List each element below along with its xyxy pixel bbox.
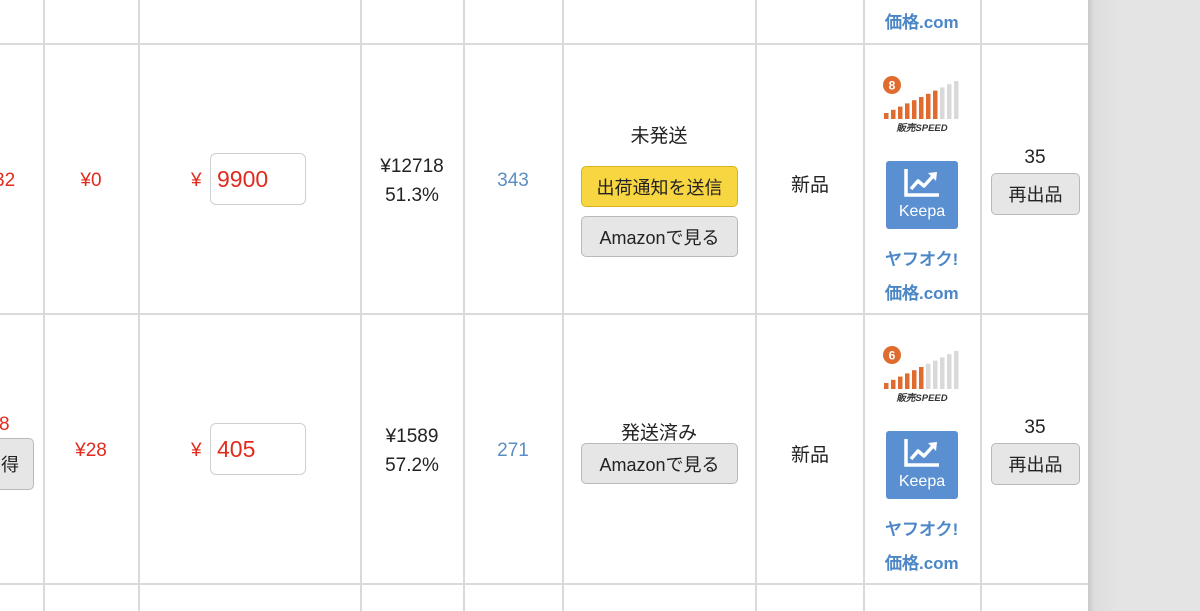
profit-rate: 57.2% bbox=[385, 455, 439, 476]
speed-bar bbox=[891, 109, 896, 119]
speed-badge-number: 6 bbox=[889, 349, 896, 363]
speed-bar bbox=[954, 81, 959, 119]
keepa-button[interactable]: Keepa bbox=[886, 431, 958, 499]
stock-count: 35 bbox=[1024, 147, 1046, 168]
rank-link[interactable]: 271 bbox=[465, 440, 561, 462]
view-on-amazon-button[interactable]: Amazonで見る bbox=[581, 443, 738, 484]
relist-button[interactable]: 再出品 bbox=[991, 173, 1080, 215]
partial-action-button[interactable]: 得 bbox=[0, 438, 34, 490]
speed-bar bbox=[919, 367, 924, 389]
profit-rate: 51.3% bbox=[385, 185, 439, 206]
column-divider bbox=[138, 0, 140, 611]
speed-label: 販売SPEED bbox=[895, 392, 947, 403]
amazon-price-cell: ¥1589 57.2% bbox=[362, 422, 462, 480]
trend-chart-icon bbox=[904, 439, 939, 467]
speed-bar bbox=[898, 106, 903, 119]
column-divider bbox=[755, 0, 757, 611]
page-edge-shadow bbox=[1088, 0, 1118, 611]
amazon-price: ¥12718 bbox=[380, 156, 444, 177]
price-input[interactable] bbox=[210, 153, 306, 205]
sales-speed-indicator: 8 販売SPEED bbox=[881, 75, 963, 134]
speed-label: 販売SPEED bbox=[895, 122, 947, 133]
sales-speed-bars-icon: 6 販売SPEED bbox=[883, 346, 959, 404]
amazon-price-cell: ¥12718 51.3% bbox=[362, 152, 462, 210]
speed-bar bbox=[933, 360, 938, 389]
column-divider bbox=[463, 0, 465, 611]
speed-bar bbox=[933, 90, 938, 119]
sales-speed-bars-icon: 8 販売SPEED bbox=[883, 76, 959, 134]
speed-badge-number: 8 bbox=[889, 79, 896, 93]
currency-symbol: ¥ bbox=[191, 440, 202, 461]
row-divider bbox=[0, 43, 1092, 45]
speed-bar bbox=[947, 354, 952, 389]
speed-bar bbox=[926, 93, 931, 119]
kakaku-link[interactable]: 価格.com bbox=[885, 279, 959, 304]
speed-bar bbox=[884, 383, 889, 389]
keepa-label: Keepa bbox=[898, 203, 946, 220]
column-divider bbox=[43, 0, 45, 611]
speed-bar bbox=[912, 370, 917, 389]
column-divider bbox=[360, 0, 362, 611]
sales-speed-indicator: 6 販売SPEED bbox=[881, 345, 963, 404]
shipping-cost: ¥0 bbox=[80, 170, 102, 191]
rank-link[interactable]: 343 bbox=[465, 170, 561, 192]
shipping-cost: ¥28 bbox=[75, 440, 107, 461]
partial-cell-value: 32 bbox=[0, 170, 16, 191]
row-divider bbox=[0, 583, 1092, 585]
speed-bar bbox=[898, 376, 903, 389]
column-divider bbox=[980, 0, 982, 611]
price-input[interactable] bbox=[210, 423, 306, 475]
send-shipping-notice-button[interactable]: 出荷通知を送信 bbox=[581, 166, 738, 207]
order-table: 価格.com 32 ¥0 ¥ ¥12718 51.3% 343 未発送 出荷通知… bbox=[0, 0, 1092, 611]
speed-bar bbox=[919, 97, 924, 119]
yahoo-auction-link[interactable]: ヤフオク! bbox=[885, 245, 958, 270]
speed-bar bbox=[940, 357, 945, 389]
view-on-amazon-button[interactable]: Amazonで見る bbox=[581, 216, 738, 257]
shipping-status: 発送済み bbox=[620, 423, 697, 444]
relist-button[interactable]: 再出品 bbox=[991, 443, 1080, 485]
speed-bar bbox=[905, 373, 910, 389]
item-condition: 新品 bbox=[790, 175, 829, 196]
item-condition: 新品 bbox=[790, 445, 829, 466]
speed-bar bbox=[940, 87, 945, 119]
speed-bar bbox=[954, 351, 959, 389]
kakaku-link[interactable]: 価格.com bbox=[885, 8, 959, 33]
column-divider bbox=[562, 0, 564, 611]
keepa-button[interactable]: Keepa bbox=[886, 161, 958, 229]
currency-symbol: ¥ bbox=[191, 170, 202, 191]
amazon-price: ¥1589 bbox=[385, 426, 439, 447]
partial-cell-value: 8 bbox=[0, 414, 10, 435]
yahoo-auction-link[interactable]: ヤフオク! bbox=[885, 515, 958, 540]
column-divider bbox=[863, 0, 865, 611]
trend-chart-icon bbox=[904, 169, 939, 197]
keepa-label: Keepa bbox=[898, 473, 946, 490]
shipping-status: 未発送 bbox=[630, 126, 688, 147]
speed-bar bbox=[884, 113, 889, 119]
speed-bar bbox=[912, 100, 917, 119]
stock-count: 35 bbox=[1024, 417, 1046, 438]
row-divider bbox=[0, 313, 1092, 315]
speed-bar bbox=[926, 363, 931, 389]
speed-bar bbox=[905, 103, 910, 119]
speed-bar bbox=[891, 379, 896, 389]
kakaku-link[interactable]: 価格.com bbox=[885, 549, 959, 574]
speed-bar bbox=[947, 84, 952, 119]
